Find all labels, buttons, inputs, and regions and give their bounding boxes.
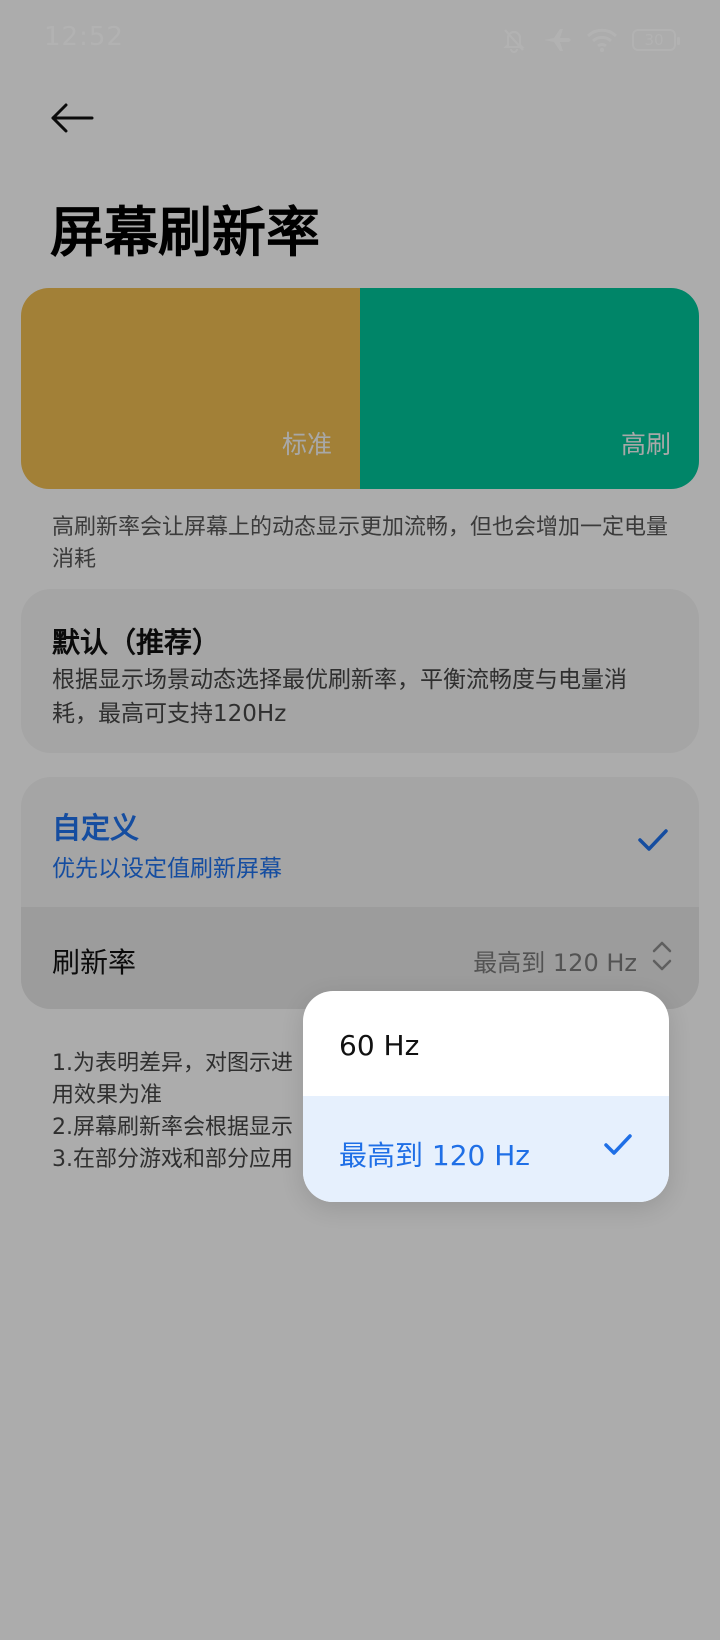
checkmark-icon [603, 1132, 633, 1162]
menu-item-label: 60 Hz [339, 1029, 420, 1062]
menu-item-label: 最高到 120 Hz [339, 1139, 530, 1172]
menu-item-60hz[interactable]: 60 Hz [303, 991, 669, 1096]
dim-overlay[interactable] [0, 0, 720, 1640]
refresh-rate-popup-menu: 60 Hz 最高到 120 Hz [303, 991, 669, 1202]
menu-item-120hz[interactable]: 最高到 120 Hz [303, 1096, 669, 1202]
